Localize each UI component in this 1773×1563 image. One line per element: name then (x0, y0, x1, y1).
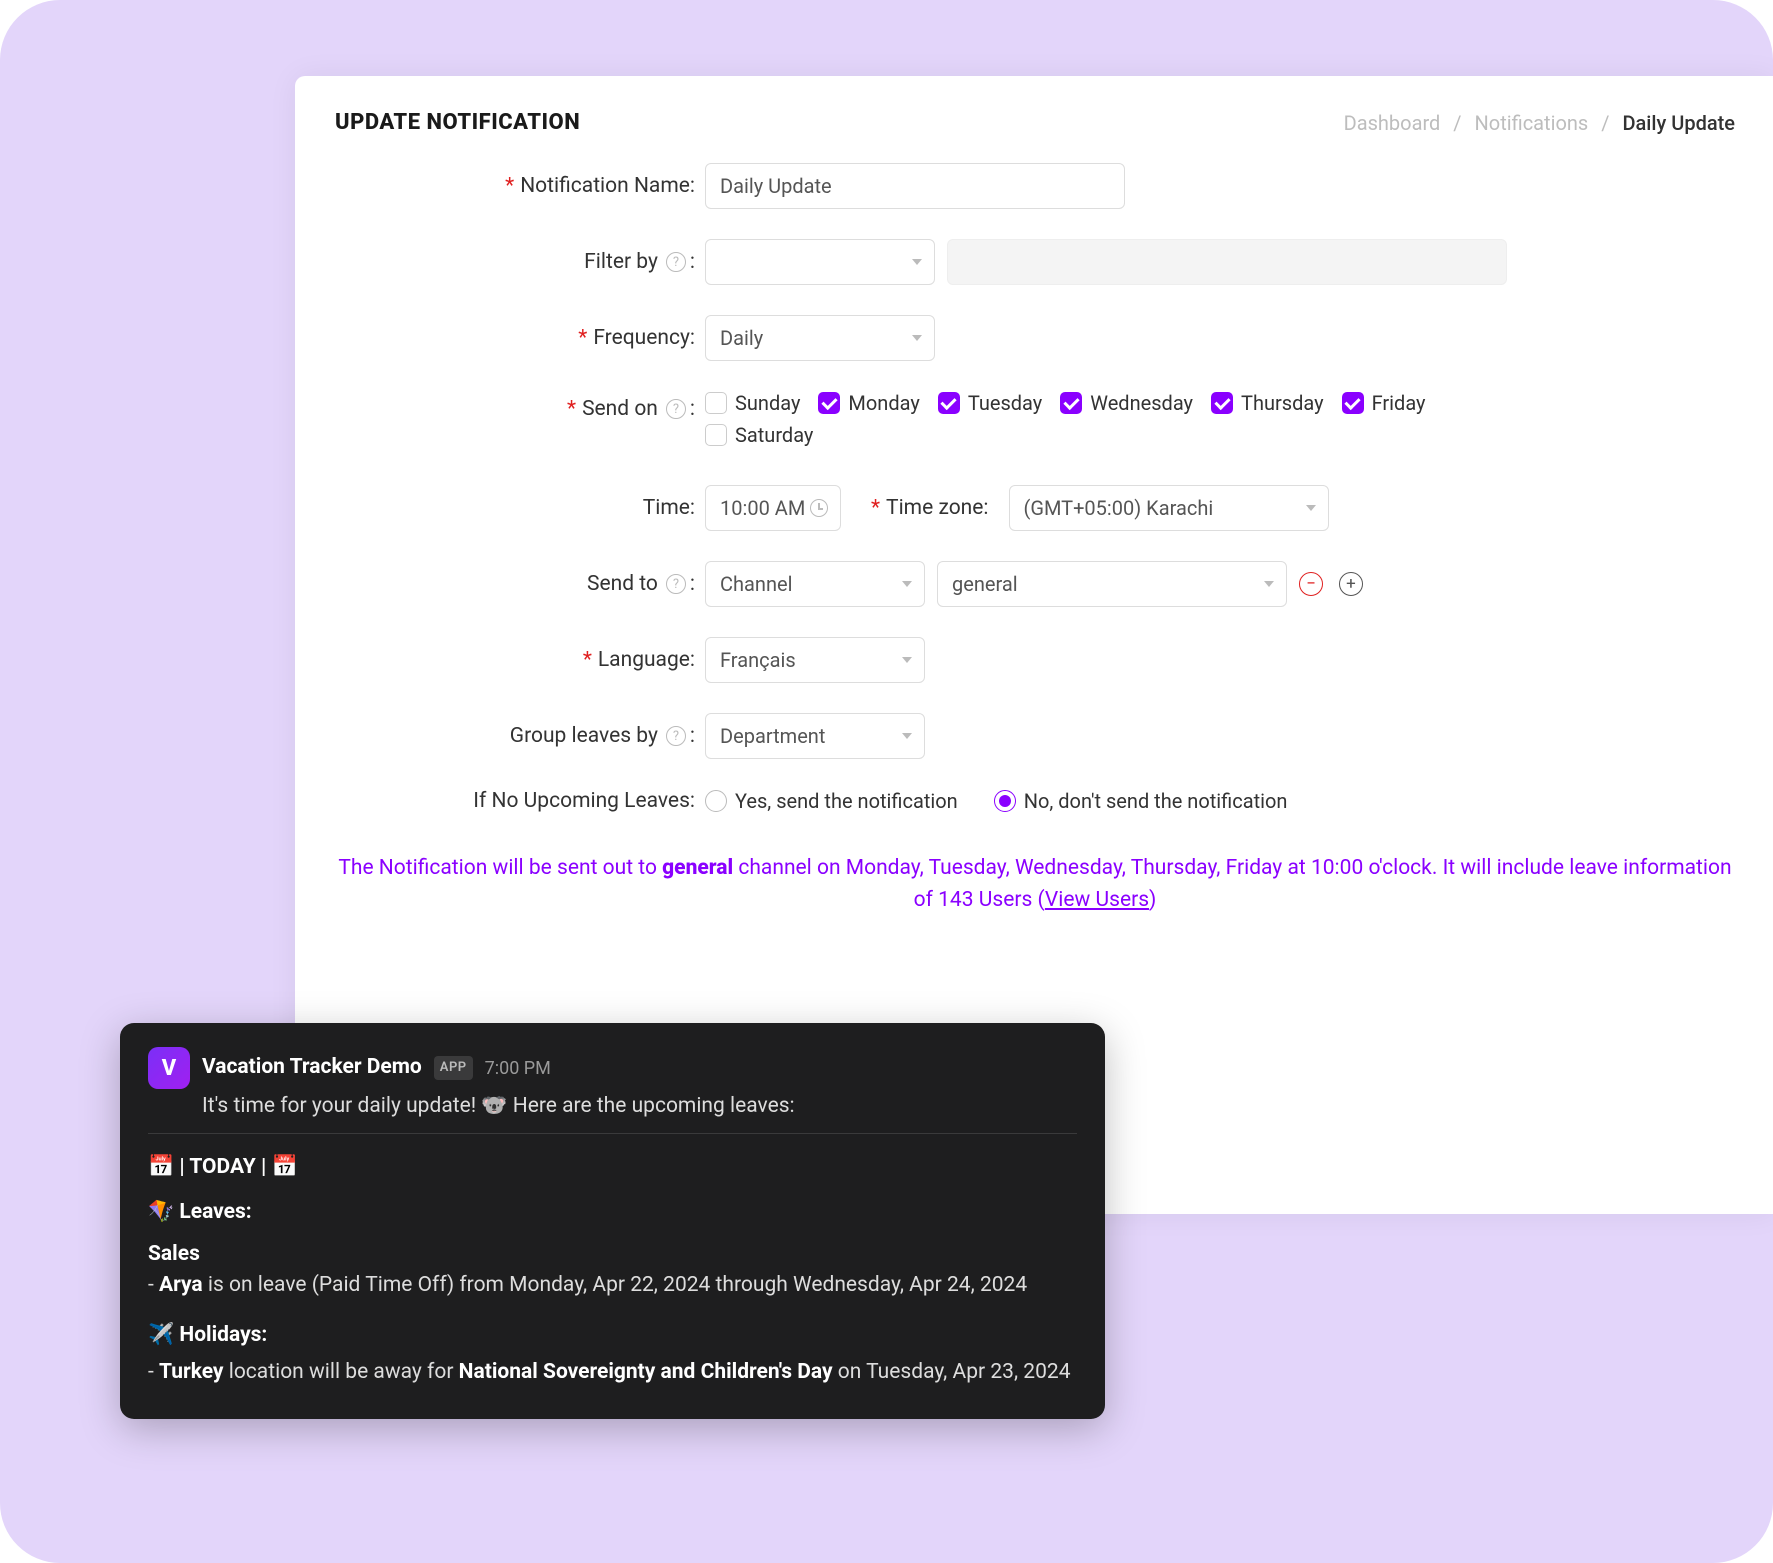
breadcrumb-notifications[interactable]: Notifications (1475, 111, 1589, 135)
breadcrumb: Dashboard / Notifications / Daily Update (1344, 111, 1735, 135)
day-monday-checkbox[interactable]: Monday (818, 391, 919, 415)
if-none-no-radio[interactable]: No, don't send the notification (994, 789, 1288, 813)
help-icon[interactable]: ? (666, 574, 686, 594)
app-badge: APP (434, 1056, 473, 1080)
help-icon[interactable]: ? (666, 252, 686, 272)
breadcrumb-dashboard[interactable]: Dashboard (1344, 111, 1441, 135)
day-friday-checkbox[interactable]: Friday (1342, 391, 1426, 415)
slack-app-name: Vacation Tracker Demo (202, 1052, 422, 1084)
slack-department: Sales (148, 1239, 1077, 1271)
divider (148, 1133, 1077, 1134)
day-sunday-checkbox[interactable]: Sunday (705, 391, 800, 415)
clock-icon (810, 499, 828, 517)
remove-destination-button[interactable]: − (1299, 572, 1323, 596)
slack-holidays-heading: ✈️ Holidays: (148, 1320, 1077, 1352)
notification-summary: The Notification will be sent out to gen… (335, 853, 1735, 916)
slack-today-heading: 📅 | TODAY | 📅 (148, 1152, 1077, 1184)
filter-by-label: Filter by (584, 250, 658, 274)
slack-timestamp: 7:00 PM (485, 1055, 551, 1082)
timezone-select[interactable]: (GMT+05:00) Karachi (1009, 485, 1329, 531)
help-icon[interactable]: ? (666, 399, 686, 419)
app-icon: V (148, 1047, 190, 1089)
send-on-label: Send on (582, 397, 658, 421)
slack-preview-card: V Vacation Tracker Demo APP 7:00 PM It's… (120, 1023, 1105, 1419)
language-label: Language: (598, 648, 695, 672)
help-icon[interactable]: ? (666, 726, 686, 746)
add-destination-button[interactable]: + (1339, 572, 1363, 596)
if-none-yes-radio[interactable]: Yes, send the notification (705, 789, 958, 813)
day-tuesday-checkbox[interactable]: Tuesday (938, 391, 1042, 415)
timezone-label: Time zone: (886, 496, 988, 520)
frequency-select[interactable]: Daily (705, 315, 935, 361)
time-input[interactable]: 10:00 AM (705, 485, 841, 531)
filter-by-value-disabled (947, 239, 1507, 285)
send-to-label: Send to (587, 572, 658, 596)
send-to-type-select[interactable]: Channel (705, 561, 925, 607)
page-title: UPDATE NOTIFICATION (335, 110, 580, 135)
day-thursday-checkbox[interactable]: Thursday (1211, 391, 1324, 415)
slack-leaves-heading: 🪁 Leaves: (148, 1197, 1077, 1229)
group-leaves-by-select[interactable]: Department (705, 713, 925, 759)
time-label: Time: (643, 496, 695, 520)
if-no-upcoming-label: If No Upcoming Leaves: (473, 789, 695, 813)
send-to-target-select[interactable]: general (937, 561, 1287, 607)
frequency-label: Frequency: (593, 326, 695, 350)
slack-holiday-entry: - Turkey location will be away for Natio… (148, 1357, 1077, 1389)
breadcrumb-current: Daily Update (1622, 111, 1735, 135)
slack-intro-text: It's time for your daily update! 🐨 Here … (202, 1091, 1077, 1123)
notification-name-label: Notification Name: (520, 174, 695, 198)
notification-name-input[interactable]: Daily Update (705, 163, 1125, 209)
filter-by-select[interactable] (705, 239, 935, 285)
day-saturday-checkbox[interactable]: Saturday (705, 423, 813, 447)
view-users-link[interactable]: View Users (1045, 888, 1149, 912)
group-leaves-by-label: Group leaves by (510, 724, 658, 748)
language-select[interactable]: Français (705, 637, 925, 683)
slack-leave-entry: - Arya is on leave (Paid Time Off) from … (148, 1270, 1077, 1302)
day-wednesday-checkbox[interactable]: Wednesday (1060, 391, 1193, 415)
